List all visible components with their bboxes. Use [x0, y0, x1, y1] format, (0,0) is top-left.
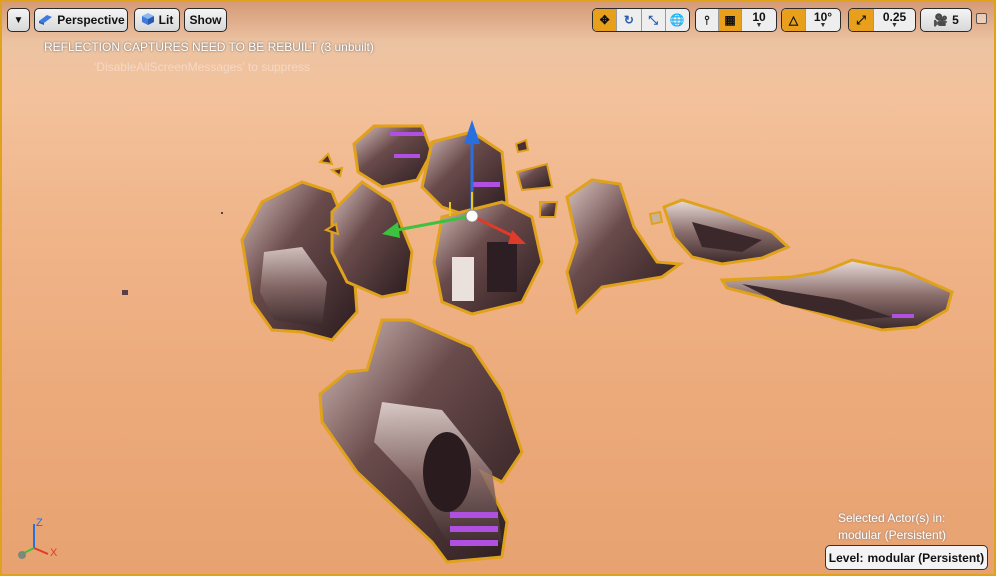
rotation-snap-value-dropdown[interactable]: 10° ▼	[806, 9, 840, 31]
scale-mode-button[interactable]: ⤡	[642, 9, 666, 31]
translate-icon: ✥	[599, 13, 610, 27]
axis-indicator: Z X	[10, 514, 66, 570]
chevron-down-icon: ▼	[891, 21, 898, 29]
wing-part-right-lower[interactable]	[719, 258, 954, 332]
scale-icon: ⤡	[648, 12, 658, 27]
rotate-icon: ↻	[623, 13, 634, 27]
lit-cube-icon	[141, 12, 155, 29]
level-viewport[interactable]: ▼ Perspective Lit Show ✥ ↻ ⤡ 🌐 ⫯ ▦ 10 ▼ …	[0, 0, 996, 576]
wing-part-right-upper[interactable]	[662, 198, 791, 266]
viewport-toolbar: ▼ Perspective Lit Show ✥ ↻ ⤡ 🌐 ⫯ ▦ 10 ▼ …	[7, 7, 989, 35]
rotation-snap-toggle[interactable]: △	[782, 9, 806, 31]
camera-speed-button[interactable]: 🎥 5	[920, 8, 972, 32]
level-name: modular (Persistent)	[867, 550, 985, 565]
hull-part-right-center[interactable]	[515, 162, 685, 315]
perspective-button[interactable]: Perspective	[34, 8, 128, 32]
rotate-mode-button[interactable]: ↻	[617, 9, 642, 31]
axis-z-label: Z	[36, 517, 43, 529]
viewport-options-button[interactable]: ▼	[7, 8, 30, 32]
maximize-viewport-button[interactable]	[976, 13, 988, 25]
hull-part-front[interactable]	[318, 318, 524, 564]
scale-snap-toggle[interactable]: ⤢	[849, 9, 874, 31]
camera-speed-icon: 🎥	[933, 13, 949, 27]
rotation-snap-value: 10°	[813, 9, 833, 24]
surface-snap-button[interactable]: ⫯	[696, 9, 719, 31]
show-button[interactable]: Show	[184, 8, 227, 32]
scene-view[interactable]	[2, 2, 996, 578]
grid-snap-value: 10	[752, 9, 766, 24]
scale-snap-group: ⤢ 0.25 ▼	[848, 8, 916, 32]
translate-mode-button[interactable]: ✥	[593, 9, 618, 31]
rotation-snap-group: △ 10° ▼	[781, 8, 841, 32]
surface-snap-icon: ⫯	[704, 12, 710, 27]
scale-snap-value-dropdown[interactable]: 0.25 ▼	[874, 9, 915, 31]
show-label: Show	[189, 13, 222, 27]
selected-actors-line2: modular (Persistent)	[837, 528, 946, 542]
suppress-hint-message: 'DisableAllScreenMessages' to suppress	[94, 60, 311, 74]
scale-snap-icon: ⤢	[856, 12, 866, 27]
transform-mode-group: ✥ ↻ ⤡ 🌐	[592, 8, 690, 32]
selected-actors-line1: Selected Actor(s) in:	[837, 511, 946, 525]
grid-snap-toggle[interactable]: ▦	[719, 9, 742, 31]
world-space-icon: 🌐	[669, 13, 685, 27]
chevron-down-icon: ▼	[755, 21, 763, 29]
world-space-button[interactable]: 🌐	[666, 9, 689, 31]
chevron-down-icon: ▼	[819, 21, 827, 29]
camera-speed-value: 5	[952, 12, 959, 27]
lit-label: Lit	[158, 13, 174, 27]
current-level-badge: Level: modular (Persistent)	[825, 545, 988, 570]
perspective-label: Perspective	[57, 13, 125, 27]
grid-snap-group: ⫯ ▦ 10 ▼	[695, 8, 777, 32]
grid-icon: ▦	[724, 13, 736, 27]
reflection-warning-message: REFLECTION CAPTURES NEED TO BE REBUILT (…	[44, 40, 374, 54]
angle-icon: △	[788, 13, 799, 27]
view-mode-button[interactable]: Lit	[134, 8, 180, 32]
selected-actors-info: Selected Actor(s) in: modular (Persisten…	[838, 510, 946, 544]
grid-snap-value-dropdown[interactable]: 10 ▼	[742, 9, 776, 31]
maximize-icon	[976, 13, 987, 24]
level-prefix: Level:	[828, 550, 864, 565]
perspective-icon	[37, 13, 53, 28]
axis-x-label: X	[50, 547, 58, 559]
dropdown-arrow-icon: ▼	[13, 14, 24, 26]
scale-snap-value: 0.25	[882, 9, 907, 24]
